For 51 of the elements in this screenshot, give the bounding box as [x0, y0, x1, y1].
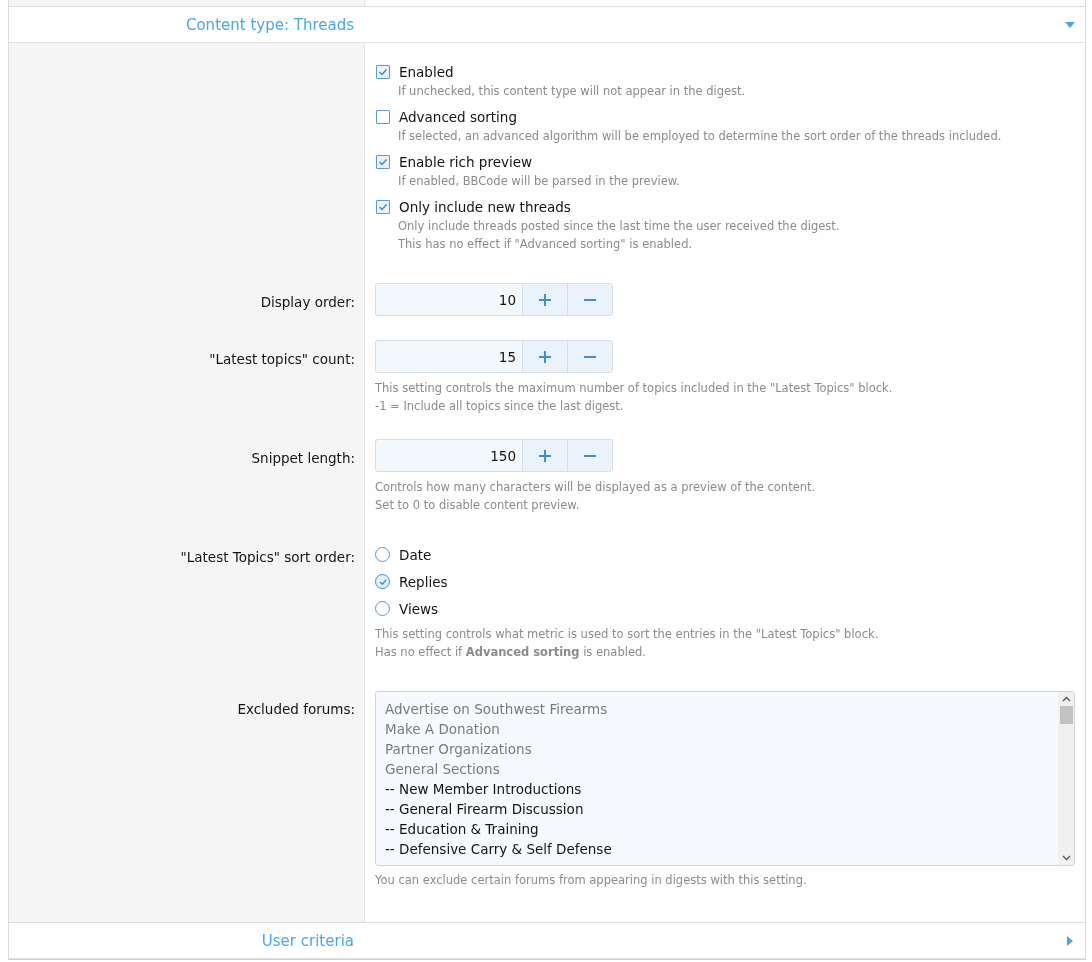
checkbox-label[interactable]: Advanced sorting — [399, 108, 517, 125]
check-icon — [378, 66, 388, 77]
field-label: Excluded forums: — [237, 701, 355, 717]
radio-button[interactable] — [375, 574, 390, 589]
list-option[interactable]: -- General Firearm Discussion — [385, 799, 1049, 819]
number-field[interactable]: 15 — [376, 341, 522, 372]
scrollbar[interactable] — [1058, 692, 1074, 865]
scrollbar-thumb[interactable] — [1059, 706, 1073, 724]
checkbox[interactable] — [376, 64, 390, 79]
number-field[interactable]: 10 — [376, 284, 522, 315]
number-input[interactable]: 15 — [375, 340, 613, 373]
field-label: Snippet length: — [251, 450, 355, 466]
arrow-up-icon[interactable] — [1061, 696, 1071, 702]
hint-text: This setting controls the maximum number of topics included in the "Latest Topics" block. -1 = Include all topics since the last digest. — [375, 380, 894, 415]
plus-icon — [539, 293, 551, 306]
increment-button[interactable] — [522, 341, 567, 372]
caret-down-icon[interactable] — [1065, 20, 1075, 30]
arrow-down-icon[interactable] — [1061, 855, 1071, 861]
field-label: Display order: — [260, 294, 355, 310]
field-label: "Latest Topics" sort order: — [180, 549, 355, 565]
checkbox-label[interactable]: Enable rich preview — [399, 153, 533, 170]
hint-text: This setting controls what metric is used to sort the entries in the "Latest Topics" block. Has no effect if Advanced sorting is enabled. — [375, 626, 880, 661]
list-option[interactable]: -- New Member Introductions — [385, 779, 1049, 799]
hint-text: If unchecked, this content type will not appear in the digest. — [397, 83, 747, 100]
field-label: "Latest topics" count: — [209, 351, 355, 367]
check-icon — [378, 156, 388, 167]
number-input[interactable]: 10 — [375, 283, 613, 316]
hint-text: You can exclude certain forums from appearing in digests with this setting. — [375, 872, 808, 889]
check-icon — [378, 201, 388, 212]
radio-label[interactable]: Replies — [399, 573, 448, 590]
radio-label[interactable]: Views — [399, 600, 439, 617]
checkbox-label[interactable]: Enabled — [399, 63, 454, 80]
radio-label[interactable]: Date — [399, 546, 432, 563]
forum-listbox[interactable] — [375, 691, 1075, 866]
checkbox[interactable] — [376, 199, 390, 214]
checkbox-label[interactable]: Only include new threads — [399, 198, 571, 215]
checkbox[interactable] — [376, 154, 390, 169]
list-option[interactable]: -- Defensive Carry & Self Defense — [385, 839, 1049, 859]
increment-button[interactable] — [522, 440, 567, 471]
increment-button[interactable] — [522, 284, 567, 315]
list-option[interactable]: -- Education & Training — [385, 819, 1049, 839]
number-field[interactable]: 150 — [376, 440, 522, 471]
hint-text: Controls how many characters will be displayed as a preview of the content. Set to 0 to disable content preview. — [375, 479, 817, 514]
checkbox[interactable] — [376, 109, 390, 124]
hint-text: If enabled, BBCode will be parsed in the preview. — [397, 173, 681, 190]
plus-icon — [539, 350, 551, 363]
hint-text: If selected, an advanced algorithm will be employed to determine the sort order of the threads included. — [397, 128, 1003, 145]
plus-icon — [539, 449, 551, 462]
number-input[interactable]: 150 — [375, 439, 613, 472]
hint-text: Only include threads posted since the last time the user received the digest. This has no effect if "Advanced sorting" is enabled. — [397, 218, 841, 253]
caret-right-icon[interactable] — [1065, 936, 1075, 946]
